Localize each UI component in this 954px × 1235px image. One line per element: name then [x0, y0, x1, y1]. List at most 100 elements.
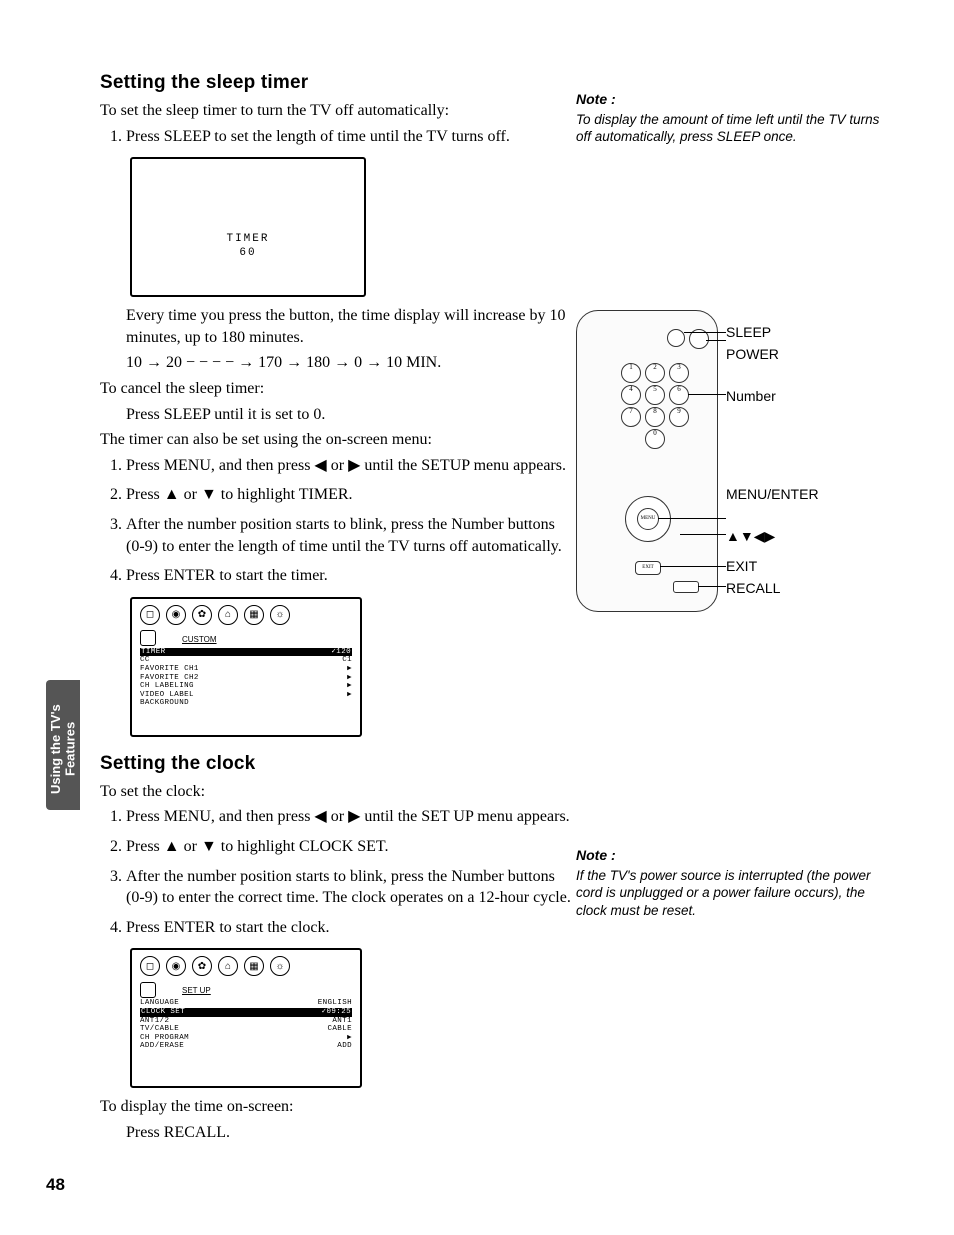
osd-icon: ✿: [192, 605, 212, 625]
osd-row: CCC1: [140, 656, 352, 665]
sleep-menu-hd: The timer can also be set using the on-s…: [100, 429, 576, 451]
up-triangle-icon: ▲: [164, 486, 180, 503]
sleep-menu-step-4: Press ENTER to start the timer.: [126, 565, 576, 587]
note-heading: Note :: [576, 90, 886, 109]
osd-row: CLOCK SET✓09:25: [140, 1008, 352, 1017]
sleep-button: [667, 329, 685, 347]
osd-menu-custom: ◻ ◉ ✿ ⌂ ▦ ☼ CUSTOM TIMER✓120CCC1FAVORITE CH1▶…: [130, 597, 362, 737]
osd-menu-setup: ◻◉✿⌂▦☼ SET UP LANGUAGEENGLISHCLOCK SET✓0…: [130, 948, 362, 1088]
osd-icon-row: ◻ ◉ ✿ ⌂ ▦ ☼: [140, 605, 352, 625]
note-body: To display the amount of time left until…: [576, 111, 886, 146]
number-7-button: 7: [621, 407, 641, 427]
sleep-menu-step-2: Press ▲ or ▼ to highlight TIMER.: [126, 484, 576, 506]
note-body: If the TV's power source is interrupted …: [576, 867, 886, 920]
osd-row: VIDEO LABEL▶: [140, 691, 352, 700]
osd-row: FAVORITE CH1▶: [140, 665, 352, 674]
leader-line: [706, 340, 726, 341]
number-8-button: 8: [645, 407, 665, 427]
sleep-timer-heading: Setting the sleep timer: [100, 72, 576, 94]
menu-enter-button: MENU: [637, 508, 659, 530]
note-1: Note : To display the amount of time lef…: [576, 90, 886, 146]
clock-step-1: Press MENU, and then press ◀ or ▶ until …: [126, 806, 576, 828]
osd-row: LANGUAGEENGLISH: [140, 999, 352, 1008]
osd-icon: ☼: [270, 956, 290, 976]
osd-icon-row: ◻◉✿⌂▦☼: [140, 956, 352, 976]
osd-row: FAVORITE CH2▶: [140, 674, 352, 683]
section-tab-label: Using the TV's Features: [49, 688, 77, 810]
label-number: Number: [726, 388, 776, 404]
clock-steps: Press MENU, and then press ◀ or ▶ until …: [100, 806, 576, 938]
leader-line: [698, 586, 726, 587]
leader-line: [660, 566, 726, 567]
osd-icon: ☼: [270, 605, 290, 625]
osd-row: ADD/ERASEADD: [140, 1042, 352, 1051]
osd-row-list-1: TIMER✓120CCC1FAVORITE CH1▶FAVORITE CH2▶C…: [140, 648, 352, 708]
number-0-button: 0: [645, 429, 665, 449]
main-column: Setting the sleep timer To set the sleep…: [100, 72, 576, 1143]
sleep-cancel-body: Press SLEEP until it is set to 0.: [126, 404, 576, 426]
sleep-intro: To set the sleep timer to turn the TV of…: [100, 100, 576, 122]
label-exit: EXIT: [726, 558, 757, 574]
right-triangle-icon: ▶: [348, 457, 360, 474]
osd-row: TIMER✓120: [140, 648, 352, 657]
recall-button: [673, 581, 699, 593]
number-6-button: 6: [669, 385, 689, 405]
sleep-cancel-hd: To cancel the sleep timer:: [100, 378, 576, 400]
osd-category-label: SET UP: [182, 986, 211, 995]
label-sleep: SLEEP: [726, 324, 771, 340]
clock-heading: Setting the clock: [100, 753, 576, 775]
osd-category-icon: [140, 982, 156, 998]
osd-row: TV/CABLECABLE: [140, 1025, 352, 1034]
osd-icon: ✿: [192, 956, 212, 976]
osd-icon: ◉: [166, 605, 186, 625]
sleep-menu-step-3: After the number position starts to blin…: [126, 514, 576, 557]
osd-icon: ◻: [140, 956, 160, 976]
sleep-steps-1: Press SLEEP to set the length of time un…: [100, 126, 576, 148]
leader-line: [680, 534, 726, 535]
osd-category-icon: [140, 630, 156, 646]
osd-icon: ⌂: [218, 605, 238, 625]
number-9-button: 9: [669, 407, 689, 427]
screen-line-1: TIMER: [132, 233, 364, 245]
clock-intro: To set the clock:: [100, 781, 576, 803]
leader-line: [658, 518, 726, 519]
sleep-menu-steps: Press MENU, and then press ◀ or ▶ until …: [100, 455, 576, 587]
osd-row: CH PROGRAM▶: [140, 1034, 352, 1043]
osd-icon: ⌂: [218, 956, 238, 976]
section-tab: Using the TV's Features: [46, 680, 80, 810]
label-menu-enter: MENU/ENTER: [726, 486, 819, 502]
osd-icon: ◻: [140, 605, 160, 625]
sleep-step-1: Press SLEEP to set the length of time un…: [126, 126, 576, 148]
down-triangle-icon: ▼: [201, 838, 217, 855]
up-triangle-icon: ▲: [164, 838, 180, 855]
down-triangle-icon: ▼: [201, 486, 217, 503]
clock-step-3: After the number position starts to blin…: [126, 866, 576, 909]
remote-diagram: 1 2 3 4 5 6 7 8 9 0 MENU EXIT SLEEP POWE…: [576, 310, 906, 630]
sleep-menu-step-1: Press MENU, and then press ◀ or ▶ until …: [126, 455, 576, 477]
clock-step-2: Press ▲ or ▼ to highlight CLOCK SET.: [126, 836, 576, 858]
sleep-after-box: Every time you press the button, the tim…: [126, 305, 576, 348]
page-number: 48: [46, 1175, 65, 1195]
exit-button: EXIT: [635, 561, 661, 575]
clock-step-4: Press ENTER to start the clock.: [126, 917, 576, 939]
osd-category-label: CUSTOM: [182, 635, 217, 644]
number-5-button: 5: [645, 385, 665, 405]
label-recall: RECALL: [726, 580, 780, 596]
label-power: POWER: [726, 346, 779, 362]
screen-line-2: 60: [132, 247, 364, 259]
osd-row: BACKGROUND: [140, 699, 352, 708]
osd-icon: ▦: [244, 605, 264, 625]
number-1-button: 1: [621, 363, 641, 383]
number-4-button: 4: [621, 385, 641, 405]
leader-line: [688, 394, 726, 395]
osd-row-list-2: LANGUAGEENGLISHCLOCK SET✓09:25ANT1/2ANT1…: [140, 999, 352, 1051]
clock-tail-hd: To display the time on-screen:: [100, 1096, 576, 1118]
note-2: Note : If the TV's power source is inter…: [576, 846, 886, 920]
number-3-button: 3: [669, 363, 689, 383]
sleep-sequence: 10 → 20 − − − − → 170 → 180 → 0 → 10 MIN…: [126, 352, 576, 374]
right-triangle-icon: ▶: [348, 808, 360, 825]
number-2-button: 2: [645, 363, 665, 383]
leader-line: [684, 332, 726, 333]
label-arrows: ▲▼◀▶: [726, 528, 775, 545]
left-triangle-icon: ◀: [314, 808, 326, 825]
